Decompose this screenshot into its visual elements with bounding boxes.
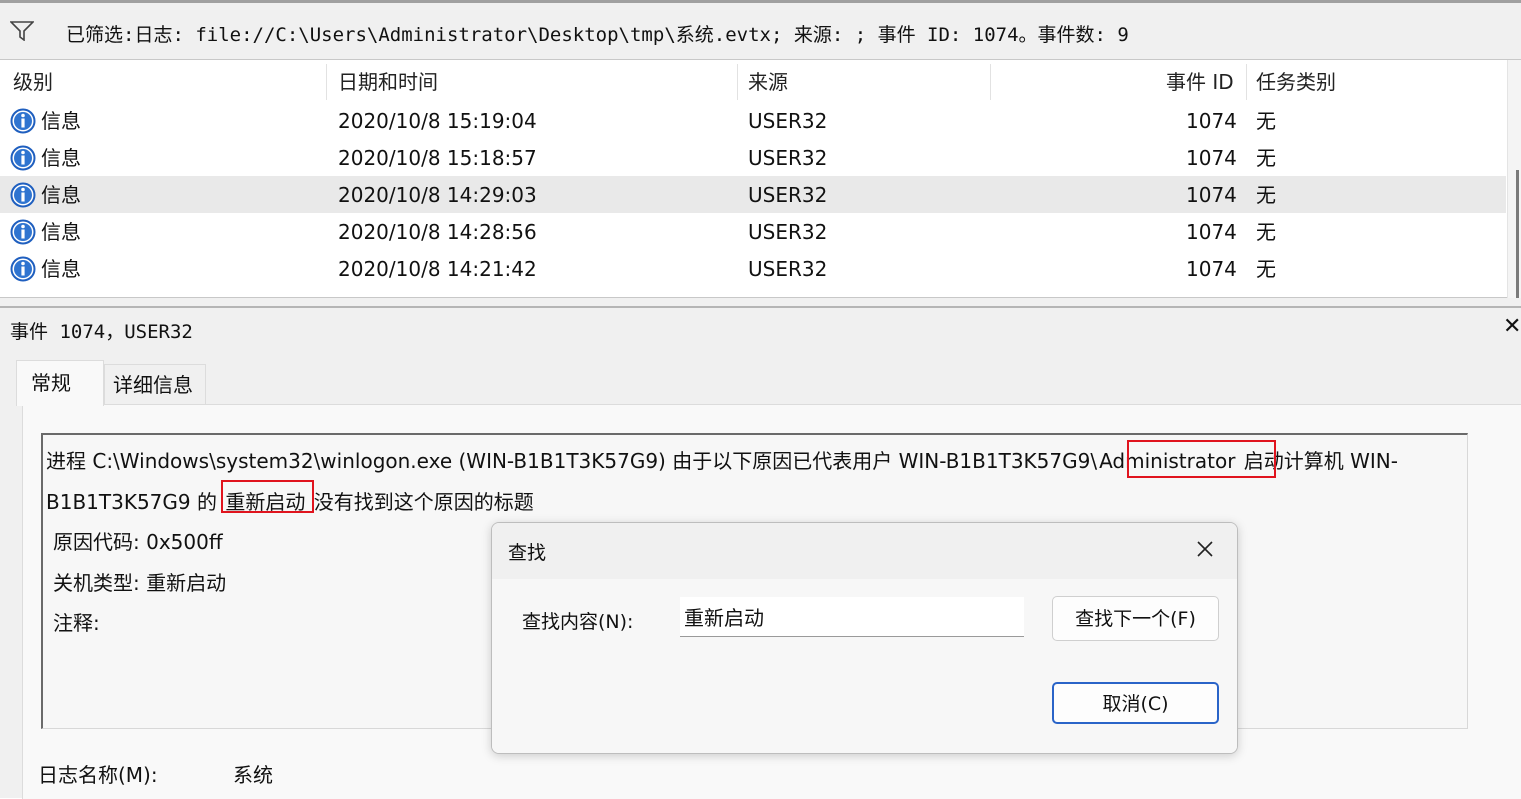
cell-source: USER32 — [748, 109, 828, 133]
cell-level: 信息 — [41, 257, 81, 281]
cell-event-id: 1074 — [1186, 220, 1237, 244]
close-icon[interactable] — [1195, 539, 1215, 559]
cell-level: 信息 — [41, 183, 81, 207]
shutdown-type: 关机类型: 重新启动 — [53, 571, 227, 595]
info-icon — [10, 219, 36, 245]
cell-task: 无 — [1256, 183, 1276, 207]
column-header-level[interactable]: 级别 — [13, 60, 53, 102]
details-close-icon[interactable]: ✕ — [1503, 314, 1521, 339]
column-header-task-category[interactable]: 任务类别 — [1256, 60, 1336, 102]
info-icon — [10, 108, 36, 134]
cell-datetime: 2020/10/8 15:18:57 — [338, 146, 537, 170]
tab-details[interactable]: 详细信息 — [104, 364, 206, 404]
cell-source: USER32 — [748, 220, 828, 244]
highlight-box-restart — [221, 480, 314, 513]
cell-source: USER32 — [748, 146, 828, 170]
message-text: 没有找到这个原因的标题 — [307, 490, 534, 514]
info-icon — [10, 256, 36, 282]
cell-event-id: 1074 — [1186, 146, 1237, 170]
details-title: 事件 1074，USER32 — [10, 321, 193, 343]
cell-level: 信息 — [41, 146, 81, 170]
cell-datetime: 2020/10/8 15:19:04 — [338, 109, 537, 133]
find-dialog: 查找 查找内容(N): 查找下一个(F) 取消(C) — [491, 522, 1238, 754]
tab-general[interactable]: 常规 — [16, 360, 104, 406]
cell-datetime: 2020/10/8 14:21:42 — [338, 257, 537, 281]
find-what-label: 查找内容(N): — [522, 611, 634, 633]
cell-task: 无 — [1256, 146, 1276, 170]
reason-code: 原因代码: 0x500ff — [53, 530, 223, 554]
cell-event-id: 1074 — [1186, 109, 1237, 133]
table-row[interactable]: 信息 2020/10/8 14:21:42 USER32 1074 无 — [0, 250, 1506, 287]
log-name-label: 日志名称(M): — [38, 763, 158, 787]
table-row[interactable]: 信息 2020/10/8 15:19:04 USER32 1074 无 — [0, 102, 1506, 139]
cell-event-id: 1074 — [1186, 257, 1237, 281]
cell-task: 无 — [1256, 220, 1276, 244]
filter-bar: 已筛选:日志: file://C:\Users\Administrator\De… — [0, 0, 1521, 60]
table-row[interactable]: 信息 2020/10/8 15:18:57 USER32 1074 无 — [0, 139, 1506, 176]
find-what-input[interactable] — [680, 597, 1024, 637]
pane-splitter[interactable] — [0, 298, 1521, 308]
cell-task: 无 — [1256, 109, 1276, 133]
cell-source: USER32 — [748, 183, 828, 207]
comment-label: 注释: — [53, 611, 100, 635]
cell-level: 信息 — [41, 109, 81, 133]
grid-header: 级别 日期和时间 来源 事件 ID 任务类别 — [0, 60, 1506, 102]
table-row[interactable]: 信息 2020/10/8 14:28:56 USER32 1074 无 — [0, 213, 1506, 250]
cell-source: USER32 — [748, 257, 828, 281]
message-text: 进程 C:\Windows\system32\winlogon.exe (WIN… — [46, 449, 1098, 473]
filter-summary: 已筛选:日志: file://C:\Users\Administrator\De… — [66, 24, 1129, 46]
message-text: B1B1T3K57G9 的 — [46, 490, 224, 514]
log-name-value: 系统 — [233, 763, 273, 787]
find-next-button[interactable]: 查找下一个(F) — [1052, 596, 1219, 641]
info-icon — [10, 182, 36, 208]
event-grid: 级别 日期和时间 来源 事件 ID 任务类别 信息 2020/10/8 15:1… — [0, 60, 1521, 330]
cell-event-id: 1074 — [1186, 183, 1237, 207]
cell-datetime: 2020/10/8 14:29:03 — [338, 183, 537, 207]
cancel-button[interactable]: 取消(C) — [1052, 682, 1219, 724]
info-icon — [10, 145, 36, 171]
column-header-datetime[interactable]: 日期和时间 — [338, 60, 438, 102]
find-dialog-titlebar[interactable]: 查找 — [492, 523, 1237, 579]
cell-task: 无 — [1256, 257, 1276, 281]
cell-datetime: 2020/10/8 14:28:56 — [338, 220, 537, 244]
column-header-source[interactable]: 来源 — [748, 60, 788, 102]
find-dialog-title: 查找 — [508, 542, 547, 564]
filter-icon — [10, 21, 34, 41]
table-row-selected[interactable]: 信息 2020/10/8 14:29:03 USER32 1074 无 — [0, 176, 1506, 213]
column-header-event-id[interactable]: 事件 ID — [1166, 60, 1234, 102]
cell-level: 信息 — [41, 220, 81, 244]
highlight-box-administrator — [1127, 440, 1276, 478]
